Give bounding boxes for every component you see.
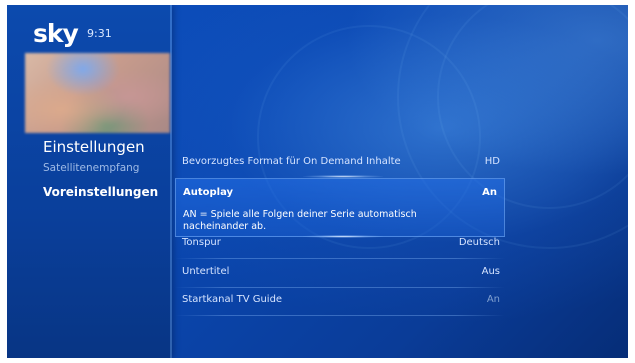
setting-label: Bevorzugtes Format für On Demand Inhalte	[182, 156, 401, 167]
clock: 9:31	[87, 27, 112, 40]
nav-item-voreinstellungen[interactable]: Voreinstellungen	[43, 185, 158, 199]
setting-label: Startkanal TV Guide	[182, 294, 283, 305]
setting-value: An	[482, 187, 497, 198]
sky-logo: sky	[33, 19, 79, 48]
setting-description: AN = Spiele alle Folgen deiner Serie aut…	[183, 209, 417, 232]
setting-label: Tonspur	[182, 237, 221, 248]
nav-item-satellitenempfang[interactable]: Satellitenempfang	[43, 162, 139, 174]
focus-glow	[303, 235, 383, 238]
sidebar: sky 9:31 Einstellungen Satellitenempfang…	[7, 5, 172, 358]
setting-value: HD	[484, 156, 500, 167]
setting-label: Untertitel	[182, 266, 230, 277]
row-divider	[175, 315, 505, 316]
row-divider	[175, 287, 505, 288]
setting-label: Autoplay	[183, 187, 234, 198]
preview-thumbnail	[25, 53, 170, 133]
setting-value: An	[486, 294, 500, 305]
setting-row-autoplay[interactable]: Autoplay An AN = Spiele alle Folgen dein…	[175, 178, 505, 237]
screen: sky 9:31 Einstellungen Satellitenempfang…	[7, 5, 628, 358]
setting-value: Deutsch	[458, 237, 500, 248]
setting-value: Aus	[481, 266, 500, 277]
row-divider	[175, 258, 505, 259]
nav-title: Einstellungen	[43, 138, 145, 156]
